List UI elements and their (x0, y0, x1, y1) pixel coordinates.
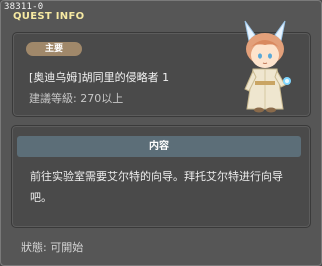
content-section-header: 内容 (17, 136, 301, 157)
quest-status: 狀態: 可開始 (21, 241, 84, 254)
quest-name: [奥迪乌姆]胡同里的侵略者 1 (29, 71, 170, 84)
quest-category-badge: 主要 (26, 42, 82, 56)
window-title: QUEST INFO (13, 11, 85, 22)
npc-portrait-icon (244, 20, 291, 113)
quest-info-window: 38311-0 QUEST INFO 主要 [奥迪乌姆]胡同里的侵略者 1 建議… (0, 0, 322, 266)
quest-description: 前往实验室需要艾尔特的向导。拜托艾尔特进行向导吧。 (30, 170, 283, 204)
required-level: 建議等級: 270以上 (29, 92, 124, 105)
